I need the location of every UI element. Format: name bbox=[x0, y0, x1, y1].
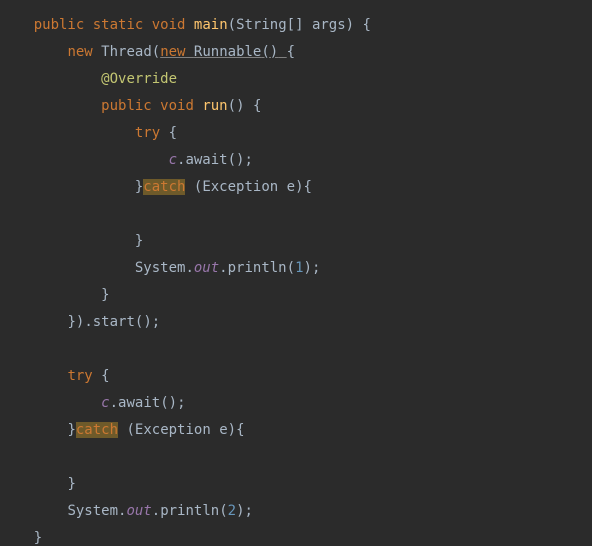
code-line: c.await(); bbox=[0, 395, 186, 411]
method-run: run bbox=[202, 98, 227, 114]
code-line: }catch (Exception e){ bbox=[0, 179, 312, 195]
code-line bbox=[0, 206, 8, 222]
param-args: args bbox=[312, 17, 346, 33]
keyword-catch-hl: catch bbox=[76, 422, 118, 438]
keyword-catch-hl: catch bbox=[143, 179, 185, 195]
code-line: System.out.println(2); bbox=[0, 503, 253, 519]
code-line: public void run() { bbox=[0, 98, 261, 114]
call-start: start bbox=[93, 314, 135, 330]
code-line: try { bbox=[0, 125, 177, 141]
field-out: out bbox=[194, 260, 219, 276]
type-exception: Exception bbox=[135, 422, 211, 438]
keyword-void: void bbox=[160, 98, 194, 114]
code-line: c.await(); bbox=[0, 152, 253, 168]
keyword-new: new bbox=[160, 44, 185, 60]
call-println: println bbox=[160, 503, 219, 519]
field-out: out bbox=[126, 503, 151, 519]
type-runnable: Runnable bbox=[194, 44, 261, 60]
code-line: System.out.println(1); bbox=[0, 260, 320, 276]
code-line: } bbox=[0, 530, 42, 546]
code-line: }).start(); bbox=[0, 314, 160, 330]
code-line bbox=[0, 449, 8, 465]
keyword-try: try bbox=[67, 368, 92, 384]
literal-1: 1 bbox=[295, 260, 303, 276]
call-println: println bbox=[228, 260, 287, 276]
call-await: await bbox=[118, 395, 160, 411]
keyword-static: static bbox=[93, 17, 144, 33]
type-string-array: String[] bbox=[236, 17, 303, 33]
code-line: @Override bbox=[0, 71, 177, 87]
keyword-new: new bbox=[67, 44, 92, 60]
code-line: public static void main(String[] args) { bbox=[0, 17, 371, 33]
keyword-void: void bbox=[152, 17, 186, 33]
method-main: main bbox=[194, 17, 228, 33]
type-thread: Thread bbox=[101, 44, 152, 60]
code-line bbox=[0, 341, 8, 357]
code-editor[interactable]: public static void main(String[] args) {… bbox=[0, 0, 592, 546]
keyword-public: public bbox=[101, 98, 152, 114]
annotation-override: @Override bbox=[101, 71, 177, 87]
param-e: e bbox=[219, 422, 227, 438]
code-line: } bbox=[0, 233, 143, 249]
keyword-try: try bbox=[135, 125, 160, 141]
code-line: }catch (Exception e){ bbox=[0, 422, 245, 438]
field-c: c bbox=[101, 395, 109, 411]
literal-2: 2 bbox=[228, 503, 236, 519]
code-line: } bbox=[0, 476, 76, 492]
field-c: c bbox=[169, 152, 177, 168]
call-await: await bbox=[185, 152, 227, 168]
code-line: try { bbox=[0, 368, 110, 384]
type-system: System bbox=[135, 260, 186, 276]
code-line: } bbox=[0, 287, 110, 303]
type-system: System bbox=[67, 503, 118, 519]
code-line: new Thread(new Runnable() { bbox=[0, 44, 295, 60]
type-exception: Exception bbox=[202, 179, 278, 195]
keyword-public: public bbox=[34, 17, 85, 33]
param-e: e bbox=[287, 179, 295, 195]
